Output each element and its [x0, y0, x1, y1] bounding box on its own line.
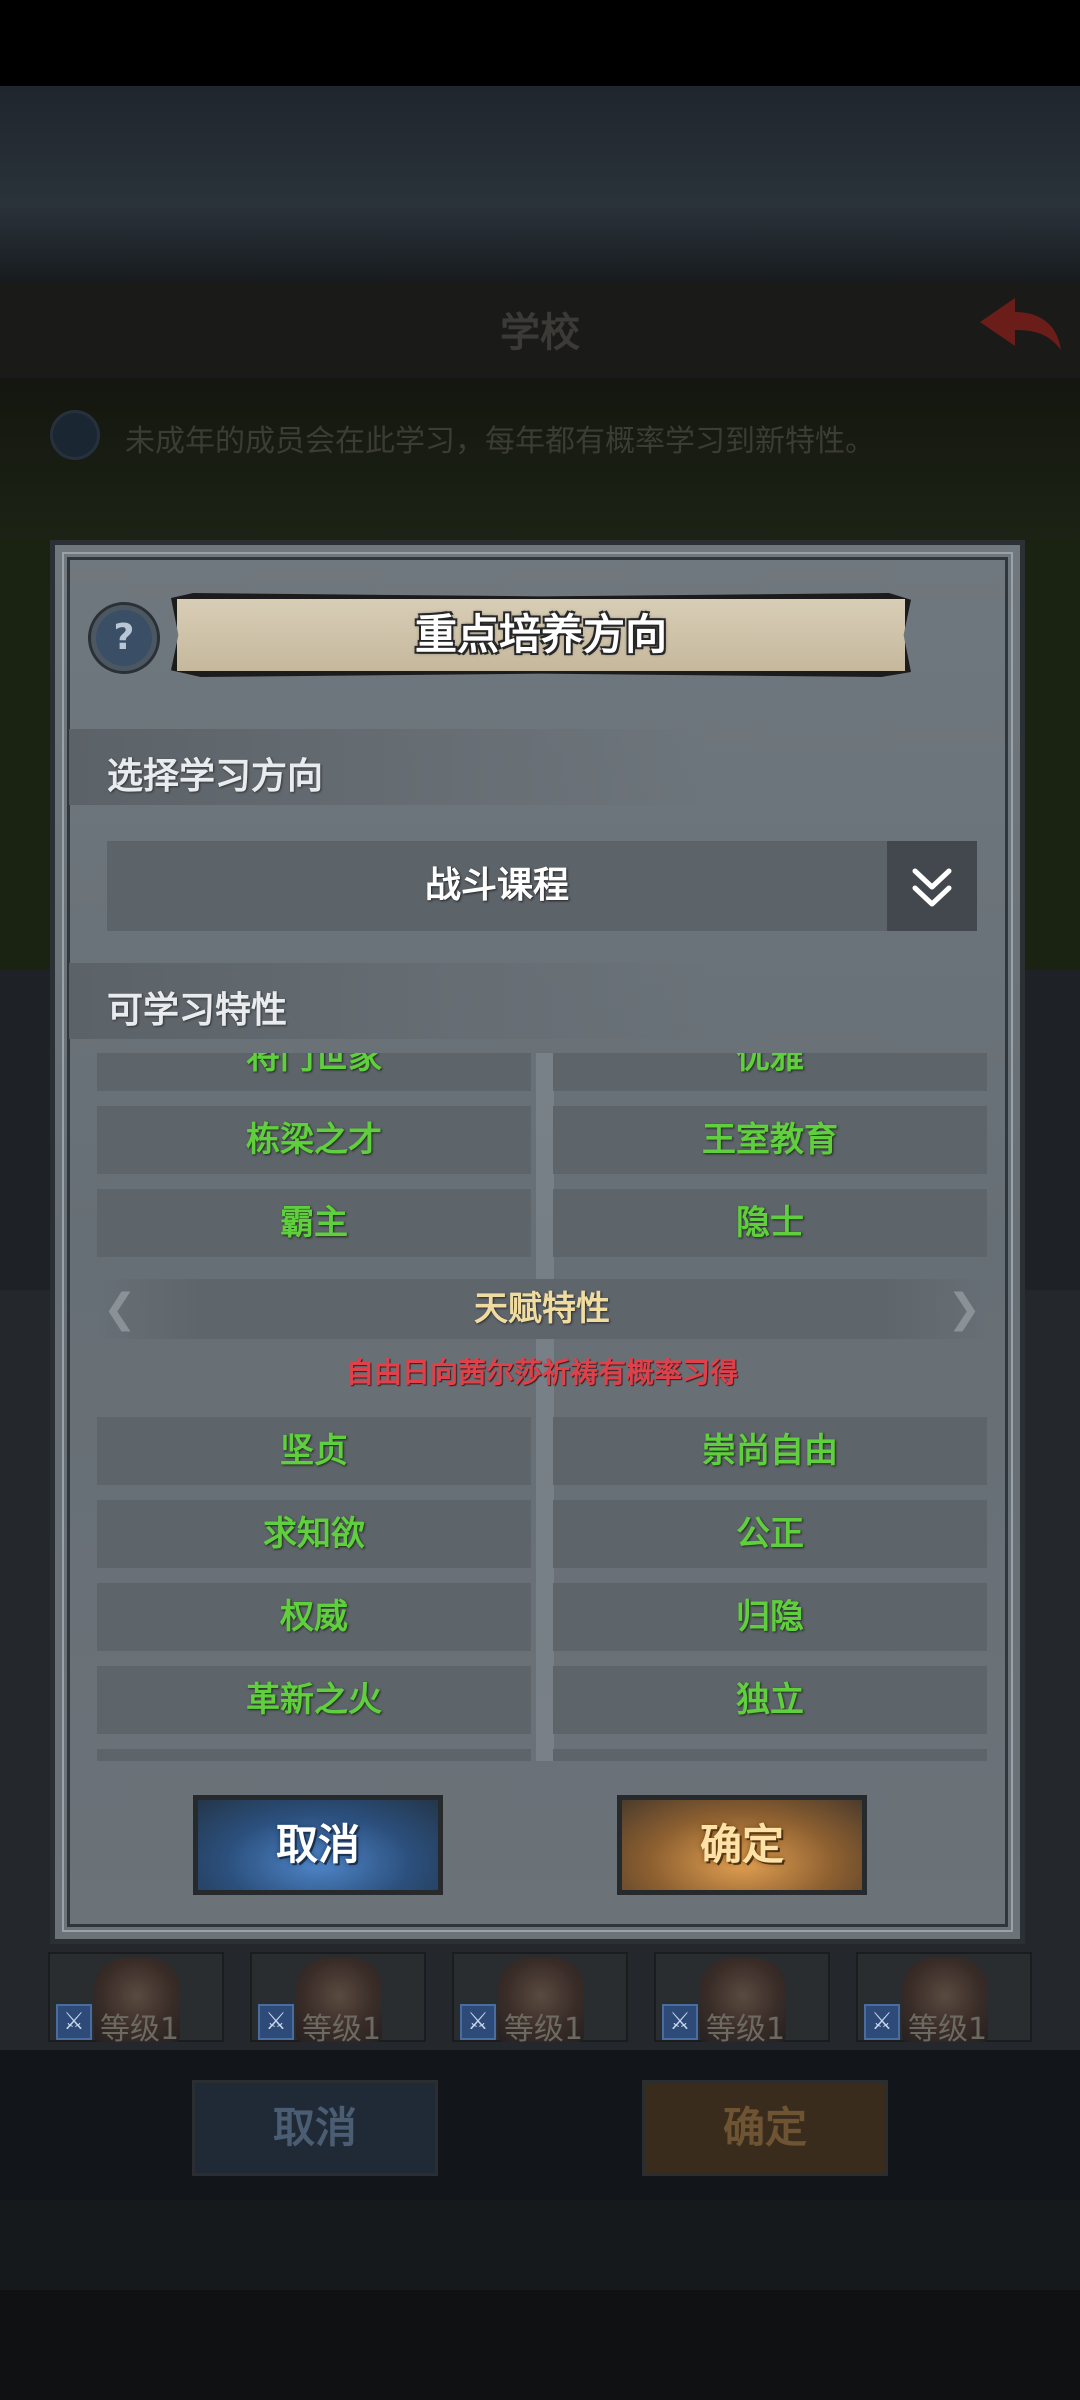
info-icon	[50, 410, 100, 460]
member-level: 等级1	[302, 2012, 382, 2047]
dialog-title: 重点培养方向	[414, 610, 667, 659]
bottom-navigation-area	[0, 2290, 1080, 2400]
member-list: ⚔ 等级1 ⚔ 等级1 ⚔ 等级1 ⚔ 等级1 ⚔ 等级1	[48, 1952, 1038, 2047]
trait-item[interactable]: 优雅	[553, 1053, 987, 1091]
selected-direction: 战斗课程	[424, 865, 569, 906]
cancel-button[interactable]: 取消	[193, 1795, 443, 1895]
trait-item[interactable]: 霸主	[97, 1189, 531, 1257]
member-card[interactable]: ⚔ 等级1	[48, 1952, 224, 2047]
direction-section-label: 选择学习方向	[107, 756, 324, 797]
member-card[interactable]: ⚔ 等级1	[856, 1952, 1032, 2047]
talent-note: 自由日向茜尔莎祈祷有概率习得	[345, 1356, 738, 1389]
status-bar-area	[0, 0, 1080, 86]
member-card[interactable]: ⚔ 等级1	[452, 1952, 628, 2047]
trait-item[interactable]: 栋梁之才	[97, 1106, 531, 1174]
talent-trait-grid: 坚贞 崇尚自由 求知欲 公正 权威 归隐 革新之火 独立	[97, 1417, 987, 1761]
member-level: 等级1	[706, 2012, 786, 2047]
background-confirm-button: 确定	[642, 2080, 888, 2176]
sword-icon: ⚔	[864, 2004, 900, 2040]
sword-icon: ⚔	[56, 2004, 92, 2040]
member-level: 等级1	[100, 2012, 180, 2047]
talent-item[interactable]: 崇尚自由	[553, 1417, 987, 1485]
trait-item[interactable]: 将门世家	[97, 1053, 531, 1091]
talent-item[interactable]: 求知欲	[97, 1500, 531, 1568]
member-card[interactable]: ⚔ 等级1	[250, 1952, 426, 2047]
back-arrow-icon[interactable]	[975, 290, 1065, 360]
talent-item[interactable]: 公正	[553, 1500, 987, 1568]
talent-item[interactable]: 归隐	[553, 1583, 987, 1651]
talent-item[interactable]: 权威	[97, 1583, 531, 1651]
double-chevron-down-icon[interactable]	[887, 841, 977, 931]
background-cancel-button: 取消	[192, 2080, 438, 2176]
talent-item[interactable]	[97, 1749, 531, 1761]
sword-icon: ⚔	[662, 2004, 698, 2040]
learnable-section-label: 可学习特性	[107, 990, 288, 1031]
confirm-button[interactable]: 确定	[617, 1795, 867, 1895]
trait-item[interactable]: 隐士	[553, 1189, 987, 1257]
learnable-trait-grid: 将门世家 优雅 栋梁之才 王室教育 霸主 隐士	[97, 1053, 987, 1257]
sword-icon: ⚔	[258, 2004, 294, 2040]
talent-item[interactable]	[553, 1749, 987, 1761]
talent-section-title: 天赋特性	[474, 1289, 610, 1329]
notice-text: 未成年的成员会在此学习，每年都有概率学习到新特性。	[125, 424, 875, 459]
member-card[interactable]: ⚔ 等级1	[654, 1952, 830, 2047]
trait-item[interactable]: 王室教育	[553, 1106, 987, 1174]
talent-item[interactable]: 坚贞	[97, 1417, 531, 1485]
sword-icon: ⚔	[460, 2004, 496, 2040]
notice-strip	[0, 380, 1080, 540]
talent-item[interactable]: 独立	[553, 1666, 987, 1734]
screen-title: 学校	[500, 310, 580, 356]
member-level: 等级1	[504, 2012, 584, 2047]
member-level: 等级1	[908, 2012, 988, 2047]
question-mark-icon[interactable]: ?	[91, 605, 157, 671]
trait-scroll-list[interactable]: 将门世家 优雅 栋梁之才 王室教育 霸主 隐士 ❮ ❯ 天赋特性 自由日向茜尔莎…	[97, 1053, 987, 1761]
direction-dropdown[interactable]: 战斗课程	[107, 841, 977, 931]
talent-item[interactable]: 革新之火	[97, 1666, 531, 1734]
training-direction-dialog: ? 重点培养方向 选择学习方向 战斗课程 可学习特性 将门世家 优雅 栋梁之才 …	[50, 540, 1025, 1944]
background-fog	[0, 86, 1080, 286]
